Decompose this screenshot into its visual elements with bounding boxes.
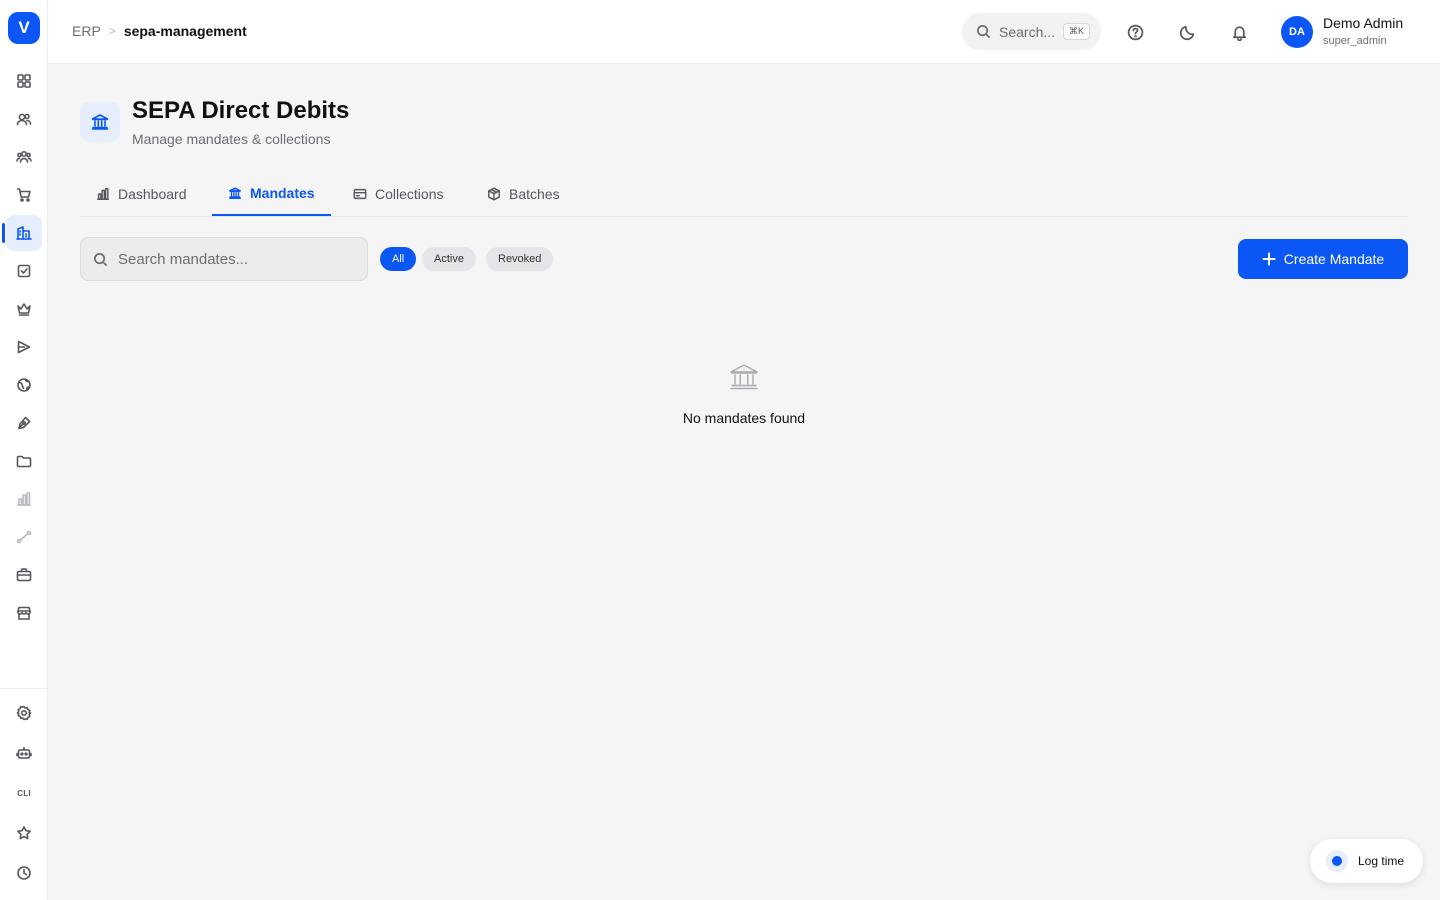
briefcase-icon bbox=[16, 568, 32, 582]
store-icon bbox=[17, 606, 31, 620]
sidebar-item-campaigns[interactable] bbox=[6, 329, 42, 365]
timer-icon bbox=[1326, 850, 1348, 872]
checkbox-icon bbox=[17, 264, 31, 278]
tab-dashboard[interactable]: Dashboard bbox=[80, 172, 203, 216]
search-icon bbox=[977, 25, 991, 39]
sidebar-item-sales[interactable] bbox=[6, 177, 42, 213]
sidebar-item-history[interactable] bbox=[6, 855, 42, 891]
tab-batches[interactable]: Batches bbox=[471, 172, 576, 216]
sidebar-item-store[interactable] bbox=[6, 595, 42, 631]
crown-icon bbox=[17, 303, 31, 316]
cli-label: CLI bbox=[17, 788, 31, 798]
sidebar-divider bbox=[0, 688, 47, 689]
filter-active[interactable]: Active bbox=[422, 247, 476, 271]
create-mandate-label: Create Mandate bbox=[1283, 251, 1385, 267]
folder-icon bbox=[16, 455, 32, 468]
filter-revoked[interactable]: Revoked bbox=[486, 247, 554, 271]
bell-icon bbox=[1232, 25, 1246, 41]
sidebar-item-finance[interactable] bbox=[2, 215, 42, 251]
users-icon bbox=[16, 113, 32, 126]
bar-chart-icon bbox=[97, 188, 109, 200]
breadcrumb: ERP > sepa-management bbox=[72, 23, 247, 39]
log-time-label: Log time bbox=[1358, 854, 1405, 868]
sidebar-item-ai-assistant[interactable] bbox=[6, 735, 42, 771]
global-search-placeholder: Search... bbox=[999, 23, 1056, 40]
tab-bar: Dashboard Mandates Collections Batches bbox=[80, 172, 1408, 217]
sidebar-item-cli[interactable]: CLI bbox=[6, 775, 42, 811]
page-title: SEPA Direct Debits bbox=[132, 97, 350, 124]
sidebar-item-team[interactable] bbox=[6, 139, 42, 175]
chevron-right-icon: > bbox=[108, 24, 116, 38]
bank-icon bbox=[730, 364, 758, 390]
search-shortcut-badge: ⌘K bbox=[1063, 23, 1091, 40]
empty-state-message: No mandates found bbox=[682, 410, 806, 426]
package-icon bbox=[488, 187, 500, 201]
tab-collections[interactable]: Collections bbox=[337, 172, 459, 216]
sidebar: V CLI bbox=[0, 0, 48, 900]
user-name[interactable]: Demo Admin bbox=[1323, 15, 1403, 31]
notifications-button[interactable] bbox=[1227, 20, 1251, 44]
send-icon bbox=[17, 340, 31, 354]
chart-icon bbox=[17, 492, 31, 506]
global-search[interactable]: Search... ⌘K bbox=[962, 13, 1101, 50]
breadcrumb-current: sepa-management bbox=[123, 23, 247, 39]
sidebar-item-favorites[interactable] bbox=[6, 815, 42, 851]
sidebar-item-web[interactable] bbox=[6, 367, 42, 403]
top-header: ERP > sepa-management Search... ⌘K DA De… bbox=[48, 0, 1440, 64]
filter-all[interactable]: All bbox=[380, 247, 417, 271]
tab-label: Dashboard bbox=[118, 186, 187, 202]
page-subtitle: Manage mandates & collections bbox=[132, 131, 331, 147]
globe-icon bbox=[17, 378, 31, 392]
user-role: super_admin bbox=[1323, 35, 1387, 47]
help-icon bbox=[1127, 24, 1143, 40]
credit-card-icon bbox=[353, 188, 367, 200]
sidebar-item-dashboard[interactable] bbox=[6, 63, 42, 99]
user-avatar[interactable]: DA bbox=[1281, 16, 1313, 48]
page-icon bbox=[80, 102, 120, 142]
create-mandate-button[interactable]: Create Mandate bbox=[1238, 239, 1408, 279]
clock-icon bbox=[17, 866, 31, 880]
grid-icon bbox=[17, 74, 31, 88]
log-time-button[interactable]: Log time bbox=[1310, 839, 1423, 883]
team-icon bbox=[16, 150, 32, 163]
plus-icon bbox=[1262, 252, 1276, 266]
sidebar-item-automation[interactable] bbox=[6, 519, 42, 555]
mandate-search[interactable] bbox=[80, 237, 368, 281]
cart-icon bbox=[16, 188, 31, 202]
mandate-search-input[interactable] bbox=[118, 250, 338, 268]
bot-icon bbox=[16, 746, 32, 759]
sidebar-item-premium[interactable] bbox=[6, 291, 42, 327]
tab-label: Mandates bbox=[250, 185, 315, 201]
breadcrumb-root[interactable]: ERP bbox=[72, 23, 101, 39]
building-icon bbox=[16, 226, 32, 240]
help-button[interactable] bbox=[1123, 20, 1147, 44]
tab-label: Batches bbox=[509, 186, 560, 202]
settings-icon bbox=[16, 705, 32, 721]
sidebar-item-contacts[interactable] bbox=[6, 101, 42, 137]
theme-toggle-button[interactable] bbox=[1175, 20, 1199, 44]
moon-icon bbox=[1179, 25, 1194, 40]
sidebar-item-hr[interactable] bbox=[6, 557, 42, 593]
sidebar-item-reports[interactable] bbox=[6, 481, 42, 517]
sidebar-item-tasks[interactable] bbox=[6, 253, 42, 289]
search-icon bbox=[94, 252, 108, 266]
bank-icon bbox=[91, 114, 109, 130]
tab-mandates[interactable]: Mandates bbox=[212, 172, 331, 216]
empty-state-icon bbox=[728, 362, 760, 392]
app-logo[interactable]: V bbox=[8, 12, 40, 44]
star-icon bbox=[17, 826, 31, 840]
sidebar-item-settings[interactable] bbox=[6, 695, 42, 731]
sidebar-item-files[interactable] bbox=[6, 443, 42, 479]
bank-icon bbox=[229, 187, 241, 199]
route-icon bbox=[16, 530, 32, 544]
tab-label: Collections bbox=[375, 186, 444, 202]
